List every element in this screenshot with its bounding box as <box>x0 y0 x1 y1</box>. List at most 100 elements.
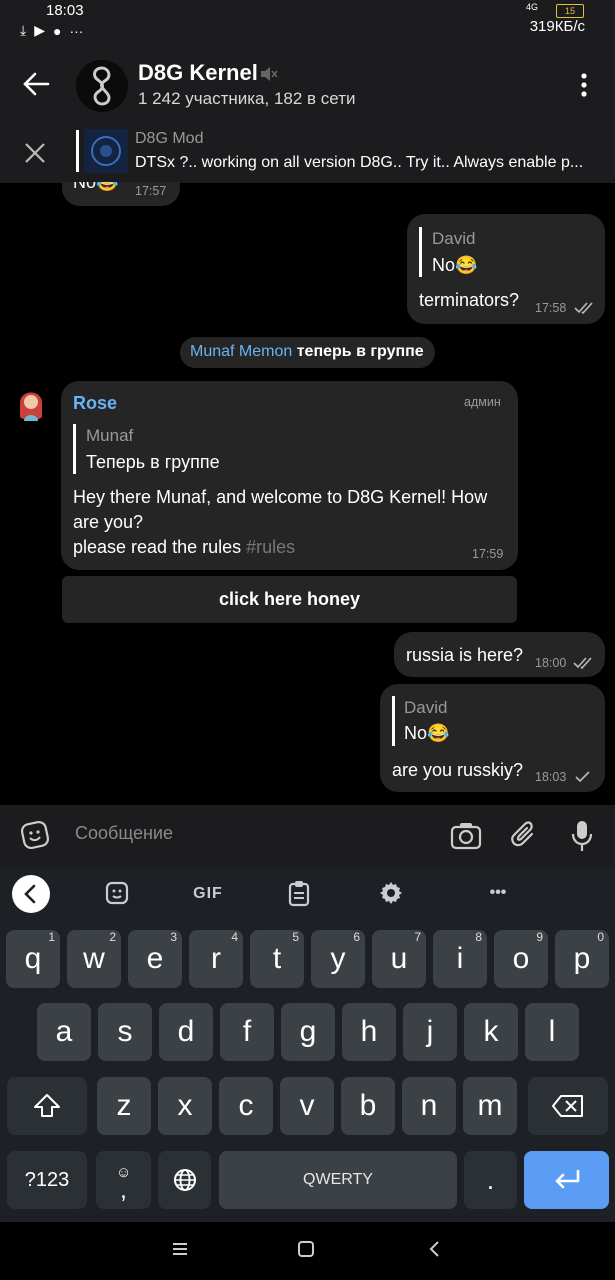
recents-menu-icon[interactable] <box>170 1240 190 1258</box>
more-notifications-icon: ··· <box>69 22 84 39</box>
enter-key[interactable] <box>524 1151 609 1209</box>
message-time: 17:58 <box>535 301 567 315</box>
status-bar <box>0 0 615 50</box>
service-action: теперь в группе <box>292 343 424 360</box>
backspace-icon <box>552 1095 583 1117</box>
key-h[interactable]: h <box>342 1003 396 1061</box>
symbols-key[interactable]: ?123 <box>7 1151 87 1209</box>
reply-text: No😂 <box>432 255 478 275</box>
message-text: Hey there Munaf, and welcome to D8G Kern… <box>73 487 488 532</box>
signal-label: 4G <box>526 2 539 12</box>
key-d[interactable]: d <box>159 1003 213 1061</box>
key-t[interactable]: t5 <box>250 930 304 988</box>
key-number-hint: 5 <box>292 930 299 944</box>
key-g[interactable]: g <box>281 1003 335 1061</box>
key-label: w <box>83 942 105 975</box>
status-notification-icons: ⤓ ▶ ● ··· <box>20 22 83 39</box>
reply-text: No😂 <box>404 723 450 743</box>
key-number-hint: 3 <box>170 930 177 944</box>
key-number-hint: 8 <box>475 930 482 944</box>
space-key[interactable]: QWERTY <box>219 1151 457 1209</box>
reply-name: Munaf <box>86 426 134 445</box>
key-label: r <box>211 942 221 975</box>
enter-arrow-icon <box>555 1169 579 1189</box>
admin-badge: админ <box>464 395 501 409</box>
shift-key[interactable] <box>7 1077 87 1135</box>
emoji-small-icon: ☺ <box>116 1164 132 1181</box>
emoji-comma-key[interactable]: , ☺ <box>96 1151 151 1209</box>
reply-name: David <box>404 698 448 717</box>
download-icon: ⤓ <box>20 22 27 38</box>
rose-avatar[interactable] <box>14 383 48 423</box>
gear-icon[interactable] <box>378 880 404 906</box>
sticker-icon[interactable] <box>104 880 130 906</box>
reply-bar <box>419 227 422 277</box>
key-b[interactable]: b <box>341 1077 395 1135</box>
close-pinned-icon[interactable] <box>22 140 48 166</box>
key-p[interactable]: p0 <box>555 930 609 988</box>
back-nav-icon[interactable] <box>425 1239 445 1259</box>
key-v[interactable]: v <box>280 1077 334 1135</box>
reply-bar <box>392 696 395 746</box>
key-label: e <box>146 942 164 975</box>
key-r[interactable]: r4 <box>189 930 243 988</box>
youtube-icon: ▶ <box>34 22 45 38</box>
reply-text: Теперь в группе <box>86 452 220 472</box>
sender-name[interactable]: Rose <box>73 393 117 414</box>
inline-button[interactable]: click here honey <box>62 576 517 623</box>
message-time: 18:00 <box>535 656 567 670</box>
key-s[interactable]: s <box>98 1003 152 1061</box>
key-number-hint: 1 <box>48 930 55 944</box>
key-a[interactable]: a <box>37 1003 91 1061</box>
key-c[interactable]: c <box>219 1077 273 1135</box>
reply-name: David <box>432 229 476 248</box>
key-number-hint: 2 <box>109 930 116 944</box>
key-x[interactable]: x <box>158 1077 212 1135</box>
key-o[interactable]: o9 <box>494 930 548 988</box>
chat-title[interactable]: D8G Kernel <box>138 60 258 86</box>
sticker-emoji-icon[interactable] <box>20 820 50 850</box>
microphone-icon[interactable] <box>570 819 594 853</box>
clipboard-icon[interactable] <box>287 879 311 907</box>
message-text: terminators? <box>419 290 520 310</box>
keyboard-collapse-button[interactable] <box>12 875 50 913</box>
key-f[interactable]: f <box>220 1003 274 1061</box>
message-text: No😂 <box>73 172 119 192</box>
chat-icon: ● <box>52 22 62 39</box>
back-arrow-icon[interactable] <box>18 66 54 102</box>
service-user-link[interactable]: Munaf Memon <box>190 343 292 360</box>
more-horiz-icon[interactable]: ••• <box>478 880 518 910</box>
pinned-title: D8G Mod <box>135 130 204 147</box>
single-check-icon <box>575 771 590 783</box>
key-j[interactable]: j <box>403 1003 457 1061</box>
group-avatar[interactable] <box>76 60 128 112</box>
key-e[interactable]: e3 <box>128 930 182 988</box>
more-vert-icon[interactable] <box>576 70 592 100</box>
key-y[interactable]: y6 <box>311 930 365 988</box>
camera-icon[interactable] <box>450 821 482 851</box>
key-label: u <box>390 942 408 975</box>
home-icon[interactable] <box>296 1240 316 1258</box>
period-key[interactable]: . <box>464 1151 517 1209</box>
language-key[interactable] <box>158 1151 211 1209</box>
rose-avatar-icon <box>20 392 42 421</box>
key-w[interactable]: w2 <box>67 930 121 988</box>
gif-button[interactable]: GIF <box>188 880 228 910</box>
key-m[interactable]: m <box>463 1077 517 1135</box>
backspace-key[interactable] <box>528 1077 608 1135</box>
message-input[interactable]: Сообщение <box>75 823 173 844</box>
key-q[interactable]: q1 <box>6 930 60 988</box>
hashtag-link[interactable]: #rules <box>246 537 295 557</box>
chat-subtitle: 1 242 участника, 182 в сети <box>138 89 356 108</box>
key-i[interactable]: i8 <box>433 930 487 988</box>
attach-icon[interactable] <box>510 820 540 852</box>
message-time: 17:57 <box>135 184 167 198</box>
key-number-hint: 9 <box>536 930 543 944</box>
key-z[interactable]: z <box>97 1077 151 1135</box>
d8g-logo-icon <box>76 60 128 112</box>
key-k[interactable]: k <box>464 1003 518 1061</box>
key-l[interactable]: l <box>525 1003 579 1061</box>
key-u[interactable]: u7 <box>372 930 426 988</box>
key-n[interactable]: n <box>402 1077 456 1135</box>
net-speed: 319КБ/с <box>529 18 585 35</box>
